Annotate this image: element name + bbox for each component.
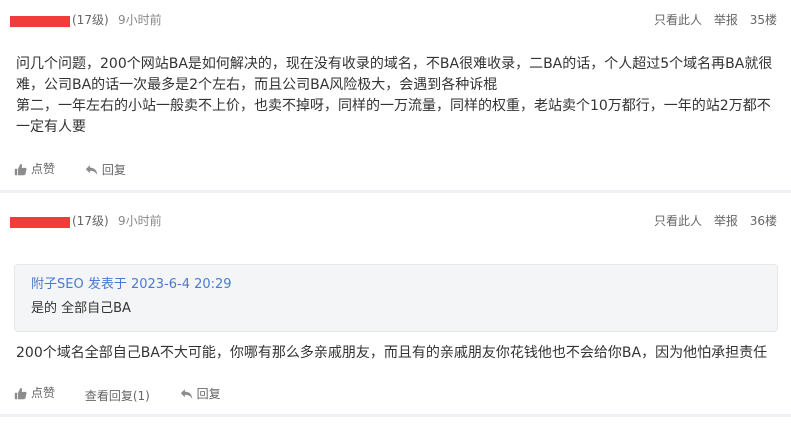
reply-label: 回复 [196,386,221,401]
redacted-username [10,16,70,27]
only-author-link[interactable]: 只看此人 [654,13,702,27]
view-replies-button[interactable]: 查看回复(1) [85,388,150,404]
thumbs-up-icon [14,387,27,399]
reply-button[interactable]: 回复 [180,386,221,402]
reply-button[interactable]: 回复 [85,162,126,178]
post-divider [0,414,791,417]
like-label: 点赞 [31,386,56,400]
redacted-username [10,217,70,228]
quote-body: 是的 全部自己BA [31,301,131,316]
thumbs-up-icon [14,163,27,175]
floor-number: 35楼 [749,13,777,27]
post-tools: 只看此人 举报 36楼 [654,211,777,231]
floor-number: 36楼 [749,214,777,228]
user-level: (17级) [72,13,109,27]
reply-arrow-icon [85,164,98,175]
quote-block: 附子SEO 发表于 2023-6-4 20:29 是的 全部自己BA [14,264,778,332]
like-button[interactable]: 点赞 [14,161,55,177]
like-label: 点赞 [31,162,56,176]
post-time: 9小时前 [118,13,162,27]
like-button[interactable]: 点赞 [14,385,55,401]
post-actions: 点赞 查看回复(1) 回复 [14,385,247,404]
reply-arrow-icon [180,388,192,399]
user-level: (17级) [72,214,109,228]
post-content: 200个域名全部自己BA不大可能，你哪有那么多亲戚朋友，而且有的亲戚朋友你花钱他… [16,345,768,361]
post-content: 问几个问题，200个网站BA是如何解决的，现在没有收录的域名，不BA很难收录，二… [16,56,773,135]
post-actions: 点赞 回复 [14,161,152,180]
post-header: (17级) 9小时前 只看此人 举报 36楼 [0,211,791,231]
post-tools: 只看此人 举报 35楼 [654,10,777,30]
report-link[interactable]: 举报 [714,214,738,228]
comment-post: (17级) 9小时前 只看此人 举报 36楼 附子SEO 发表于 2023-6-… [0,193,791,413]
comment-post: (17级) 9小时前 只看此人 举报 35楼 问几个问题，200个网站BA是如何… [0,0,791,190]
reply-label: 回复 [101,162,126,177]
only-author-link[interactable]: 只看此人 [654,214,702,228]
post-header: (17级) 9小时前 只看此人 举报 35楼 [0,10,791,30]
view-replies-label: 查看回复(1) [84,388,150,403]
quote-header-link[interactable]: 附子SEO 发表于 2023-6-4 20:29 [31,276,232,294]
post-time: 9小时前 [118,214,162,228]
report-link[interactable]: 举报 [714,13,738,27]
